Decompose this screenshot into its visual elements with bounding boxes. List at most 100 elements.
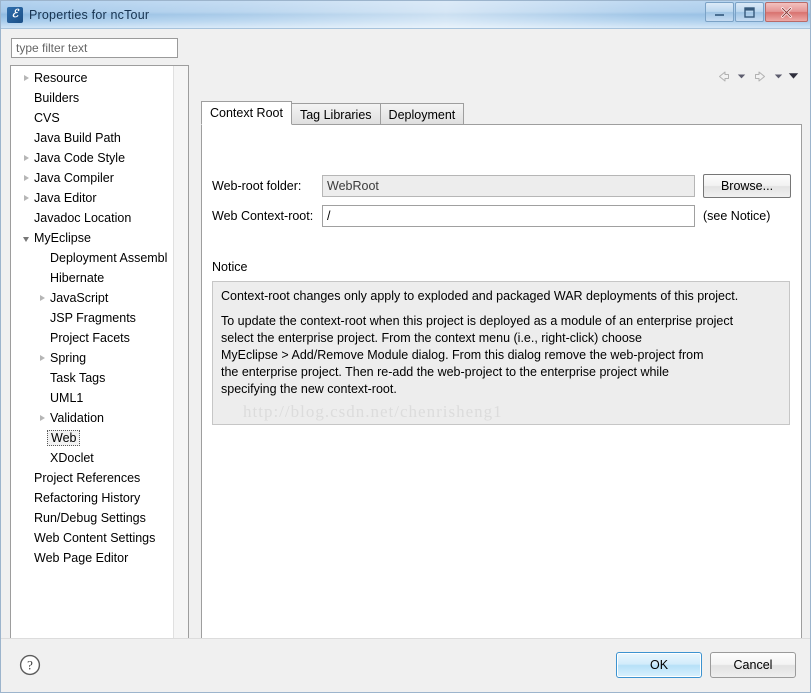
expand-arrow-icon[interactable]: [19, 155, 33, 161]
back-dropdown-button[interactable]: [735, 67, 748, 85]
close-button[interactable]: [765, 2, 808, 22]
tree-item-myeclipse[interactable]: MyEclipse: [11, 228, 174, 248]
tree-item-run-debug-settings[interactable]: Run/Debug Settings: [11, 508, 174, 528]
tree-item-label: Spring: [50, 351, 87, 365]
triangle-right-icon: [23, 195, 29, 201]
notice-box: Context-root changes only apply to explo…: [212, 281, 790, 425]
expand-arrow-icon[interactable]: [35, 355, 49, 361]
maximize-button[interactable]: [735, 2, 764, 22]
tree-item-project-facets[interactable]: Project Facets: [11, 328, 174, 348]
notice-line: select the enterprise project. From the …: [221, 331, 643, 345]
expand-arrow-icon[interactable]: [35, 415, 49, 421]
collapse-arrow-icon[interactable]: [19, 235, 33, 242]
tab-label: Tag Libraries: [299, 107, 372, 122]
browse-button[interactable]: Browse...: [703, 174, 791, 198]
tree-item-project-references[interactable]: Project References: [11, 468, 174, 488]
tree-item-validation[interactable]: Validation: [11, 408, 174, 428]
web-context-root-label: Web Context-root:: [212, 209, 314, 223]
tree-item-jsp-fragments[interactable]: JSP Fragments: [11, 308, 174, 328]
expand-arrow-icon[interactable]: [19, 195, 33, 201]
expand-arrow-icon[interactable]: [19, 175, 33, 181]
expand-arrow-icon[interactable]: [19, 75, 33, 81]
tab-deployment[interactable]: Deployment: [379, 103, 465, 125]
close-icon: [781, 6, 792, 18]
tree-item-label: JavaScript: [50, 291, 109, 305]
forward-button[interactable]: [750, 67, 770, 85]
notice-line: To update the context-root when this pro…: [221, 314, 734, 328]
web-context-root-row: Web Context-root: (see Notice): [212, 205, 791, 227]
back-arrow-icon: [718, 71, 729, 81]
tree-item-label: Java Compiler: [34, 171, 114, 185]
notice-line: MyEclipse > Add/Remove Module dialog. Fr…: [221, 348, 704, 362]
notice-blank-line: [221, 305, 781, 313]
tree-item-label: Builders: [34, 91, 80, 105]
notice-line: specifying the new context-root.: [221, 382, 397, 396]
tree-item-builders[interactable]: Builders: [11, 88, 174, 108]
forward-dropdown-button[interactable]: [772, 67, 785, 85]
navigation-toolbar: [713, 67, 800, 85]
notice-text: Context-root changes only apply to explo…: [221, 288, 781, 398]
tree-item-task-tags[interactable]: Task Tags: [11, 368, 174, 388]
tree-item-label: CVS: [34, 111, 60, 125]
web-root-folder-row: Web-root folder: Browse...: [212, 174, 791, 198]
settings-tree-panel: Resource Builders CVS Java Build Path Java C…: [10, 65, 189, 659]
tree-item-label: UML1: [50, 391, 84, 405]
tree-item-label: XDoclet: [50, 451, 94, 465]
triangle-right-icon: [23, 75, 29, 81]
settings-page: Context Root Tag Libraries Deployment Web-…: [201, 101, 802, 659]
tree-item-spring[interactable]: Spring: [11, 348, 174, 368]
tree-item-xdoclet[interactable]: XDoclet: [11, 448, 174, 468]
notice-heading: Notice: [212, 260, 248, 274]
tree-item-uml1[interactable]: UML1: [11, 388, 174, 408]
tree-item-refactoring-history[interactable]: Refactoring History: [11, 488, 174, 508]
tree-item-deployment-assembl[interactable]: Deployment Assembl: [11, 248, 174, 268]
tree-item-java-editor[interactable]: Java Editor: [11, 188, 174, 208]
back-button[interactable]: [713, 67, 733, 85]
tree-item-web-content-settings[interactable]: Web Content Settings: [11, 528, 174, 548]
tree-item-label: Run/Debug Settings: [34, 511, 146, 525]
help-icon: ?: [19, 654, 41, 676]
svg-text:?: ?: [27, 658, 33, 673]
notice-line: Context-root changes only apply to explo…: [221, 289, 739, 303]
tree-item-java-compiler[interactable]: Java Compiler: [11, 168, 174, 188]
tree-vertical-scrollbar[interactable]: [173, 66, 188, 642]
tree-item-label: Web Page Editor: [34, 551, 129, 565]
expand-arrow-icon[interactable]: [35, 295, 49, 301]
tab-bar: Context Root Tag Libraries Deployment: [201, 101, 465, 125]
watermark-text: http://blog.csdn.net/chenrisheng1: [243, 402, 503, 421]
tree-item-java-code-style[interactable]: Java Code Style: [11, 148, 174, 168]
tree-item-label: Java Build Path: [34, 131, 121, 145]
tree-item-hibernate[interactable]: Hibernate: [11, 268, 174, 288]
tree-item-web[interactable]: Web: [11, 428, 174, 448]
tree-item-label: Java Code Style: [34, 151, 126, 165]
tree-item-cvs[interactable]: CVS: [11, 108, 174, 128]
view-menu-button[interactable]: [787, 67, 800, 85]
dialog-button-group: OK Cancel: [616, 652, 796, 678]
tree-item-label: Javadoc Location: [34, 211, 132, 225]
triangle-right-icon: [23, 155, 29, 161]
tree-item-web-page-editor[interactable]: Web Page Editor: [11, 548, 174, 568]
see-notice-hint: (see Notice): [703, 209, 771, 223]
help-button[interactable]: ?: [19, 654, 41, 676]
chevron-down-icon: [737, 74, 746, 78]
tree-item-label: Task Tags: [50, 371, 106, 385]
tree-item-label: Hibernate: [50, 271, 105, 285]
cancel-button[interactable]: Cancel: [710, 652, 796, 678]
tree-item-label: Validation: [50, 411, 104, 425]
web-context-root-input[interactable]: [322, 205, 695, 227]
filter-input[interactable]: [11, 38, 178, 58]
minimize-icon: [715, 13, 724, 16]
tree-item-javascript[interactable]: JavaScript: [11, 288, 174, 308]
tree-item-javadoc-location[interactable]: Javadoc Location: [11, 208, 174, 228]
notice-line: the enterprise project. Then re-add the …: [221, 365, 669, 379]
tree-item-resource[interactable]: Resource: [11, 68, 174, 88]
minimize-button[interactable]: [705, 2, 734, 22]
ok-button[interactable]: OK: [616, 652, 702, 678]
context-root-tab-panel: Web-root folder: Browse... Web Context-r…: [201, 124, 802, 659]
tab-tag-libraries[interactable]: Tag Libraries: [290, 103, 381, 125]
tree-item-java-build-path[interactable]: Java Build Path: [11, 128, 174, 148]
dialog-body: Resource Builders CVS Java Build Path Java C…: [1, 29, 810, 659]
tab-label: Deployment: [388, 107, 456, 122]
tab-context-root[interactable]: Context Root: [201, 101, 292, 125]
settings-tree[interactable]: Resource Builders CVS Java Build Path Java C…: [11, 66, 174, 642]
